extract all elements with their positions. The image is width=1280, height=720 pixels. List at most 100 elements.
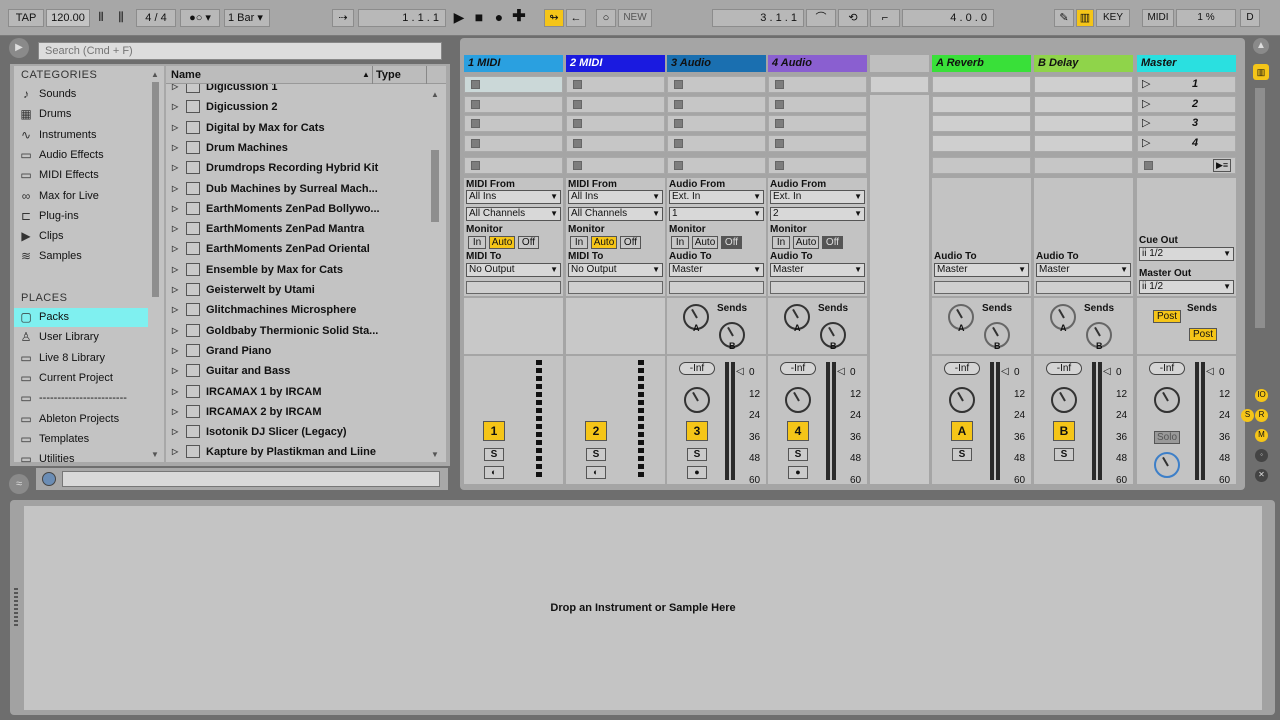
output-type-dropdown[interactable]: Master ▼ — [770, 263, 865, 277]
file-row[interactable]: ▷ Digicussion 2 — [168, 97, 426, 117]
track-stop-slot[interactable] — [566, 157, 665, 174]
input-channel-dropdown[interactable]: 2 ▼ — [770, 207, 865, 221]
clip-stop-icon[interactable] — [573, 138, 582, 148]
clip-stop-icon[interactable] — [674, 80, 683, 89]
expand-icon[interactable]: ▷ — [172, 219, 178, 239]
follow-icon[interactable]: ⇢ — [332, 9, 354, 27]
track-stop-slot[interactable] — [768, 157, 867, 174]
scene-launch[interactable]: ▷ 1 — [1137, 76, 1236, 93]
expand-icon[interactable]: ▷ — [172, 239, 178, 259]
scene-launch[interactable]: ▷ 3 — [1137, 115, 1236, 132]
cue-volume-knob[interactable] — [1154, 452, 1180, 478]
io-toggle-icon[interactable]: ▥ — [1253, 64, 1269, 80]
record-icon[interactable]: ● — [490, 9, 508, 27]
clip-slot[interactable] — [566, 95, 665, 113]
search-input[interactable] — [38, 42, 442, 60]
time-signature-field[interactable]: 4 / 4 — [136, 9, 176, 27]
preview-waveform[interactable] — [62, 471, 440, 487]
track-activator-button[interactable]: 1 — [483, 421, 505, 441]
loop-start-field[interactable]: 3 . 1 . 1 — [712, 9, 804, 27]
return-output-channel[interactable] — [934, 281, 1029, 294]
input-channel-dropdown[interactable]: All Channels ▼ — [568, 207, 663, 221]
expand-icon[interactable]: ▷ — [172, 97, 178, 117]
clip-slot[interactable] — [768, 95, 867, 113]
monitor-off-button[interactable]: Off — [518, 236, 539, 249]
clip-stop-icon[interactable] — [471, 138, 480, 148]
track-title-3[interactable]: 3 Audio — [667, 55, 766, 72]
input-type-dropdown[interactable]: All Ins ▼ — [568, 190, 663, 204]
return-output-dropdown[interactable]: Master ▼ — [934, 263, 1029, 277]
volume-field[interactable]: -Inf — [1046, 362, 1082, 375]
file-row[interactable]: ▷ Geisterwelt by Utami — [168, 280, 426, 300]
clip-stop-icon[interactable] — [775, 80, 784, 89]
scene-view-toggle-icon[interactable]: ▶≡ — [1213, 159, 1232, 172]
clip-slot[interactable] — [667, 76, 766, 93]
expand-icon[interactable]: ▷ — [172, 402, 178, 422]
volume-slider-icon[interactable]: ◁ — [1001, 366, 1009, 377]
track-title-1[interactable]: 1 MIDI — [464, 55, 563, 72]
return-activator-button[interactable]: A — [951, 421, 973, 441]
draw-mode-icon[interactable]: ✎ — [1054, 9, 1074, 27]
file-row[interactable]: ▷ Guitar and Bass — [168, 361, 426, 381]
crossfader-section-icon[interactable]: ◦ — [1255, 449, 1268, 462]
track-stop-slot[interactable] — [667, 157, 766, 174]
volume-field[interactable]: -Inf — [780, 362, 816, 375]
stop-clips-icon[interactable] — [775, 161, 784, 170]
output-type-dropdown[interactable]: No Output ▼ — [568, 263, 663, 277]
quantize-dropdown[interactable]: 1 Bar ▾ — [224, 9, 270, 27]
file-row[interactable]: ▷ Ensemble by Max for Cats — [168, 260, 426, 280]
new-clip-button[interactable]: NEW — [618, 9, 652, 27]
return-output-dropdown[interactable]: Master ▼ — [1036, 263, 1131, 277]
volume-slider-icon[interactable]: ◁ — [1206, 366, 1214, 377]
solo-button[interactable]: S — [1054, 448, 1074, 461]
master-pan-knob[interactable] — [1154, 387, 1180, 413]
volume-slider-icon[interactable]: ◁ — [1103, 366, 1111, 377]
clip-slot[interactable] — [667, 134, 766, 152]
name-column-header[interactable]: Name — [171, 69, 201, 81]
browser-toggle-icon[interactable]: ▶ — [9, 38, 29, 58]
cue-out-dropdown[interactable]: ii 1/2 ▼ — [1139, 247, 1234, 261]
clip-slot[interactable] — [566, 115, 665, 132]
clip-stop-icon[interactable] — [775, 138, 784, 148]
expand-icon[interactable]: ▷ — [172, 321, 178, 341]
pan-knob[interactable] — [684, 387, 710, 413]
clip-slot[interactable] — [667, 95, 766, 113]
solo-mode-button[interactable]: Solo — [1154, 431, 1180, 444]
track-title-2[interactable]: 2 MIDI — [566, 55, 665, 72]
file-row[interactable]: ▷ Kapture by Plastikman and Liine — [168, 442, 426, 462]
expand-icon[interactable]: ▷ — [172, 260, 178, 280]
output-channel-box[interactable] — [466, 281, 561, 294]
stop-all-clips-icon[interactable] — [1144, 161, 1153, 170]
expand-icon[interactable]: ▷ — [172, 138, 178, 158]
resize-handle-icon[interactable] — [14, 588, 18, 628]
play-icon[interactable]: ▶ — [450, 9, 468, 27]
file-list-scrollbar[interactable] — [431, 150, 439, 222]
input-channel-dropdown[interactable]: 1 ▼ — [669, 207, 764, 221]
clip-slot[interactable] — [464, 115, 563, 132]
stop-clips-icon[interactable] — [674, 161, 683, 170]
loop-length-field[interactable]: 4 . 0 . 0 — [902, 9, 994, 27]
expand-icon[interactable]: ▷ — [172, 158, 178, 178]
post-a-button[interactable]: Post — [1153, 310, 1181, 323]
solo-button[interactable]: S — [952, 448, 972, 461]
return-title-B[interactable]: B Delay — [1034, 55, 1133, 72]
arm-record-icon[interactable]: ● — [788, 466, 808, 479]
scene-play-icon[interactable]: ▷ — [1142, 77, 1150, 90]
clip-stop-icon[interactable] — [674, 99, 683, 109]
punch-out-icon[interactable]: ⌐ — [870, 9, 900, 27]
post-b-button[interactable]: Post — [1189, 328, 1217, 341]
solo-button[interactable]: S — [788, 448, 808, 461]
pan-knob[interactable] — [1051, 387, 1077, 413]
output-type-dropdown[interactable]: No Output ▼ — [466, 263, 561, 277]
expand-icon[interactable]: ▷ — [172, 118, 178, 138]
sort-icon[interactable]: ▲ — [362, 70, 370, 79]
clip-slot[interactable] — [768, 134, 867, 152]
empty-slot[interactable] — [870, 76, 929, 93]
output-channel-box[interactable] — [669, 281, 764, 294]
clip-stop-icon[interactable] — [471, 119, 480, 128]
track-activator-button[interactable]: 3 — [686, 421, 708, 441]
automation-arm-icon[interactable]: ↬ — [544, 9, 564, 27]
tap-button[interactable]: TAP — [8, 9, 44, 27]
scene-launch[interactable]: ▷ 2 — [1137, 95, 1236, 113]
output-type-dropdown[interactable]: Master ▼ — [669, 263, 764, 277]
